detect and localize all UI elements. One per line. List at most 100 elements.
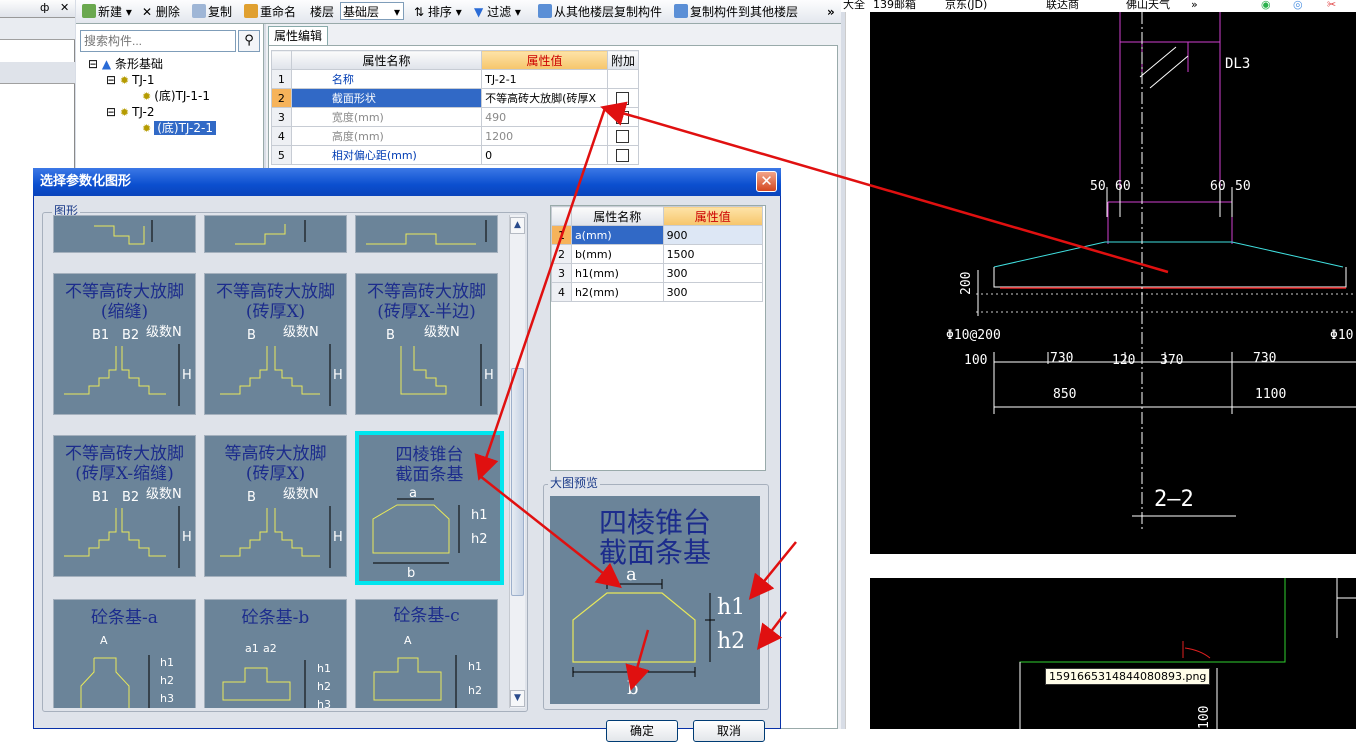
dim-label: a2 xyxy=(263,642,277,655)
dim-label: H xyxy=(182,530,192,545)
shape-tile[interactable] xyxy=(53,215,196,253)
new-icon xyxy=(82,4,96,18)
table-row[interactable]: 2 b(mm) 1500 xyxy=(551,244,764,264)
shape-tile[interactable]: 不等高砖大放脚 (缩缝) B1 B2 级数N H xyxy=(53,273,196,415)
extra-cell xyxy=(606,145,640,165)
extra-checkbox[interactable] xyxy=(616,129,630,143)
floor-select[interactable]: 基础层 ▾ xyxy=(340,2,404,20)
bookmark-item[interactable]: 139邮箱 xyxy=(873,0,916,10)
shape-tile[interactable]: 等高砖大放脚 (砖厚X) B 级数N H xyxy=(204,435,347,577)
shape-tile[interactable]: 不等高砖大放脚 (砖厚X-缩缝) B1 B2 级数N H xyxy=(53,435,196,577)
extra-checkbox[interactable] xyxy=(616,91,630,105)
shape-tile[interactable]: 不等高砖大放脚 (砖厚X) B 级数N H xyxy=(204,273,347,415)
dim-label: h3 xyxy=(317,698,331,708)
property-value-header: 属性值 xyxy=(481,50,608,70)
tree-item[interactable]: ⊟ ✹ TJ-1 xyxy=(106,73,155,88)
param-value[interactable]: 1500 xyxy=(662,244,764,264)
dim-label: h2 xyxy=(717,629,745,654)
copy-to-floor-button[interactable]: 复制构件到其他楼层 xyxy=(674,3,798,21)
shape-tile[interactable]: 不等高砖大放脚 (砖厚X-半边) B 级数N H xyxy=(355,273,498,415)
row-number-header xyxy=(271,50,292,70)
filter-icon: ▼ xyxy=(474,5,484,19)
shape-tile-selected[interactable]: 四棱锥台 截面条基 a h1 h2 b xyxy=(355,431,504,585)
dim-label: H xyxy=(333,368,343,383)
tree-root[interactable]: ⊟ ▲ 条形基础 xyxy=(88,57,163,72)
copy-button[interactable]: 复制 xyxy=(192,3,232,21)
toolbar: 新建 ▾ ✕ 删除 复制 重命名 楼层 基础层 ▾ ⇅ 排序 ▾ ▼ 过滤 ▾ 从… xyxy=(76,0,841,24)
concrete-footing-drawing: a1 a2 h1 h2 h3 xyxy=(222,642,331,708)
table-row-selected[interactable]: 2 截面形状 不等高砖大放脚(砖厚X xyxy=(271,88,640,108)
dim-label: B xyxy=(247,328,256,343)
sort-button[interactable]: ⇅ 排序 ▾ xyxy=(414,3,462,21)
rename-button[interactable]: 重命名 xyxy=(244,3,296,21)
search-button[interactable]: ⚲ xyxy=(238,30,260,52)
delete-button[interactable]: ✕ 删除 xyxy=(142,3,180,21)
bookmark-more[interactable]: » xyxy=(1191,0,1198,10)
left-pane-row[interactable] xyxy=(0,18,75,40)
shape-tile[interactable]: 砼条基-a A h1 h2 h3 xyxy=(53,599,196,708)
left-pane-row[interactable] xyxy=(0,62,75,84)
large-preview: 四棱锥台 截面条基 a h1 h2 b xyxy=(550,496,760,704)
tree-item[interactable]: ⊟ ✹ TJ-2 xyxy=(106,105,155,120)
new-button[interactable]: 新建 ▾ xyxy=(82,3,132,21)
scroll-thumb[interactable] xyxy=(511,368,524,596)
bookmark-item[interactable]: 大全 xyxy=(843,0,865,10)
window-gap xyxy=(845,12,870,729)
row-number: 3 xyxy=(271,107,292,127)
dim-label: a xyxy=(626,564,637,585)
param-value[interactable]: 300 xyxy=(662,263,764,283)
param-value-header: 属性值 xyxy=(662,206,764,226)
table-row[interactable]: 3 宽度(mm) 490 xyxy=(271,107,640,127)
param-name: h1(mm) xyxy=(570,263,664,283)
shape-tile[interactable] xyxy=(355,215,498,253)
table-row-selected[interactable]: 1 a(mm) 900 xyxy=(551,225,764,245)
trapezoid-footing-drawing: a h1 h2 b xyxy=(372,486,488,581)
table-row[interactable]: 5 相对偏心距(mm) 0 xyxy=(271,145,640,165)
property-value[interactable]: 0 xyxy=(481,145,608,165)
tree-item[interactable]: ✹ (底)TJ-1-1 xyxy=(142,89,210,104)
property-value[interactable]: 不等高砖大放脚(砖厚X xyxy=(481,88,608,108)
filter-button[interactable]: ▼ 过滤 ▾ xyxy=(474,3,521,21)
dim-label: h1 xyxy=(717,595,745,620)
shape-tile[interactable]: 砼条基-c A h1 h2 xyxy=(355,599,498,708)
pin-icon[interactable]: ф xyxy=(40,1,49,14)
table-row[interactable]: 3 h1(mm) 300 xyxy=(551,263,764,283)
property-value[interactable]: 1200 xyxy=(481,126,608,146)
tab-property-editor[interactable]: 属性编辑 xyxy=(268,26,328,45)
property-value[interactable]: TJ-2-1 xyxy=(481,69,608,89)
ok-button[interactable]: 确定 xyxy=(606,720,678,742)
dialog-title: 选择参数化图形 xyxy=(33,168,781,196)
bookmark-item[interactable]: 佛山天气 xyxy=(1126,0,1170,10)
property-value[interactable]: 490 xyxy=(481,107,608,127)
dim-label: A xyxy=(100,634,108,647)
dim-label: h1 xyxy=(468,660,482,673)
row-number: 3 xyxy=(551,263,572,283)
bookmark-item[interactable]: 联达商 xyxy=(1046,0,1079,10)
param-value[interactable]: 900 xyxy=(662,225,764,245)
extra-checkbox[interactable] xyxy=(616,148,630,162)
scroll-up-button[interactable]: ▲ xyxy=(510,217,525,234)
toolbar-more[interactable]: » xyxy=(827,3,835,21)
shape-tile[interactable]: 砼条基-b a1 a2 h1 h2 h3 xyxy=(204,599,347,708)
menu-icon[interactable]: ◎ xyxy=(1293,0,1303,10)
shape-tile[interactable] xyxy=(204,215,347,253)
table-row[interactable]: 1 名称 TJ-2-1 xyxy=(271,69,640,89)
tree-item-selected[interactable]: ✹ (底)TJ-2-1 xyxy=(142,121,216,136)
extra-checkbox[interactable] xyxy=(616,110,630,124)
close-icon[interactable]: ✕ xyxy=(60,1,69,14)
table-row[interactable]: 4 高度(mm) 1200 xyxy=(271,126,640,146)
search-input[interactable] xyxy=(80,30,236,52)
row-number: 5 xyxy=(271,145,292,165)
floor-label: 楼层 xyxy=(310,5,335,19)
copy-from-floor-button[interactable]: 从其他楼层复制构件 xyxy=(538,3,662,21)
cancel-button[interactable]: 取消 xyxy=(693,720,765,742)
bookmark-item[interactable]: 京东(JD) xyxy=(945,0,987,10)
gallery-scrollbar[interactable]: ▲ ▼ xyxy=(509,215,525,708)
scroll-down-button[interactable]: ▼ xyxy=(510,690,525,707)
scissors-icon[interactable]: ✂ xyxy=(1327,0,1336,10)
table-row[interactable]: 4 h2(mm) 300 xyxy=(551,282,764,302)
shield-icon[interactable]: ◉ xyxy=(1261,0,1271,10)
row-number: 4 xyxy=(271,126,292,146)
dialog-close-button[interactable]: ✕ xyxy=(756,171,777,192)
param-value[interactable]: 300 xyxy=(662,282,764,302)
